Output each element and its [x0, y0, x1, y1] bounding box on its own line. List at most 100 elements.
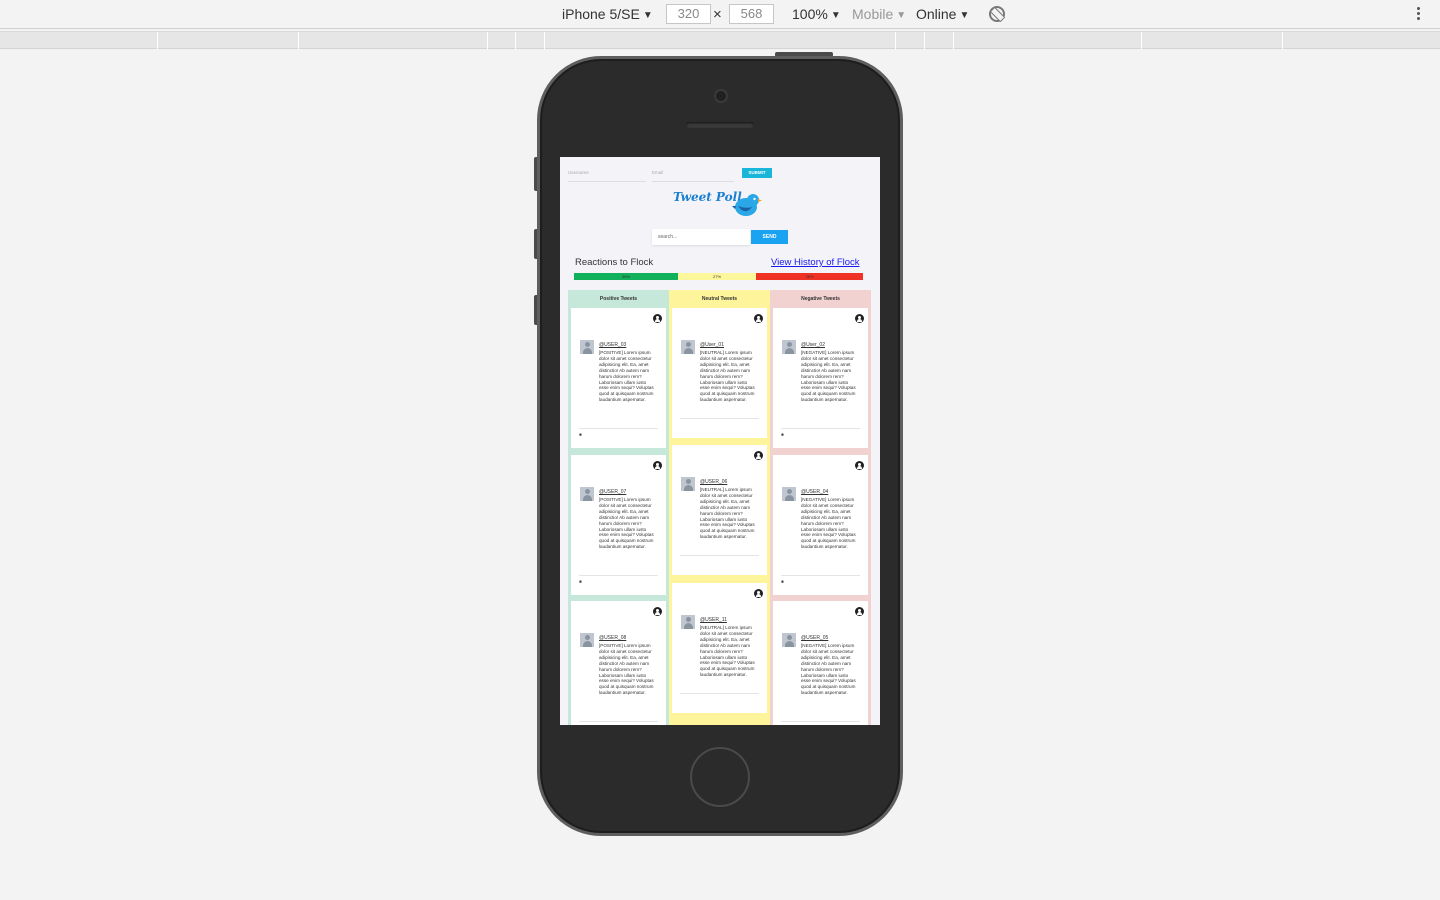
tweet-handle[interactable]: @USER_07 [599, 489, 626, 495]
chevron-down-icon: ▼ [642, 10, 653, 21]
times-icon: × [713, 6, 722, 23]
card-divider [680, 555, 759, 556]
card-divider [579, 575, 658, 576]
user-circle-icon[interactable] [653, 314, 662, 323]
user-circle-icon[interactable] [754, 451, 763, 460]
card-divider [781, 721, 860, 722]
tweet-handle[interactable]: @USER_05 [801, 635, 828, 641]
device-type-label: Mobile [852, 6, 894, 22]
user-circle-icon[interactable] [754, 314, 763, 323]
user-circle-icon[interactable] [855, 461, 864, 470]
network-label: Online [916, 6, 957, 22]
neutral-segment: 27% [678, 273, 757, 280]
speaker-grille [686, 122, 754, 128]
avatar [681, 477, 695, 491]
tweet-handle[interactable]: @USER_03 [599, 342, 626, 348]
tweet-handle[interactable]: @USER_04 [801, 489, 828, 495]
column-title: Positive Tweets [599, 296, 638, 302]
bird-icon [732, 194, 762, 216]
sentiment-bar: 36% 27% 36% [574, 273, 863, 280]
tweet-handle[interactable]: @USER_11 [700, 617, 727, 623]
tweet-card: @User_02 [NEGATIVE] Lorem ipsum dolor si… [773, 308, 868, 448]
submit-button[interactable]: SUBMIT [742, 168, 772, 178]
tweet-handle[interactable]: @User_02 [801, 342, 825, 348]
avatar [681, 615, 695, 629]
more-options-icon[interactable] [1417, 7, 1421, 23]
rotate-icon[interactable] [989, 6, 1005, 22]
column-title: Neutral Tweets [701, 296, 738, 302]
negative-segment: 36% [756, 273, 863, 280]
tweet-text: [NEUTRAL] Lorem ipsum dolor sit amet con… [700, 350, 755, 403]
email-field[interactable]: Email [652, 170, 734, 182]
device-toolbar: iPhone 5/SE ▼ 320 × 568 100% ▼ Mobile ▼ Onl… [0, 0, 1440, 29]
card-divider [680, 693, 759, 694]
tweet-card: @USER_11 [NEUTRAL] Lorem ipsum dolor sit… [672, 583, 767, 713]
tweet-card: @USER_06 [NEUTRAL] Lorem ipsum dolor sit… [672, 445, 767, 575]
tweet-columns: Positive Tweets @USER_03 [POSITIVE] Lore… [568, 290, 872, 725]
column-title: Negative Tweets [801, 296, 840, 302]
tweet-card: @USER_03 [POSITIVE] Lorem ipsum dolor si… [571, 308, 666, 448]
tweet-card: @User_01 [NEUTRAL] Lorem ipsum dolor sit… [672, 308, 767, 438]
zoom-select[interactable]: 100% ▼ [792, 6, 841, 22]
reactions-title: Reactions to Flock [575, 257, 654, 268]
chevron-down-icon: ▼ [830, 10, 841, 21]
tweet-text: [NEGATIVE] Lorem ipsum dolor sit amet co… [801, 350, 856, 403]
avatar [580, 487, 594, 501]
user-circle-icon[interactable] [855, 314, 864, 323]
tweet-handle[interactable]: @User_01 [700, 342, 724, 348]
search-input[interactable]: search... [652, 229, 750, 245]
camera-icon [714, 89, 728, 103]
tweet-column: Negative Tweets @User_02 [NEGATIVE] Lore… [770, 290, 871, 725]
avatar [681, 340, 695, 354]
home-button[interactable] [690, 747, 750, 807]
card-divider [781, 428, 860, 429]
device-select[interactable]: iPhone 5/SE ▼ [562, 6, 653, 22]
tweet-handle[interactable]: @USER_06 [700, 479, 727, 485]
user-circle-icon[interactable] [653, 607, 662, 616]
device-label: iPhone 5/SE [562, 6, 640, 22]
chevron-down-icon: ▼ [959, 10, 970, 21]
avatar [782, 487, 796, 501]
avatar [782, 340, 796, 354]
chevron-down-icon: ▼ [896, 10, 907, 21]
quote-icon[interactable]: ❛❛ [781, 580, 784, 587]
tweet-card: @USER_04 [NEGATIVE] Lorem ipsum dolor si… [773, 455, 868, 595]
tweet-column: Neutral Tweets @User_01 [NEUTRAL] Lorem … [669, 290, 770, 725]
app-viewport: Username Email SUBMIT Tweet Poll search.… [560, 157, 880, 725]
tweet-handle[interactable]: @USER_08 [599, 635, 626, 641]
avatar [782, 633, 796, 647]
height-input[interactable]: 568 [729, 4, 774, 24]
network-select[interactable]: Online ▼ [916, 6, 969, 22]
avatar [580, 340, 594, 354]
tweet-card: @USER_07 [POSITIVE] Lorem ipsum dolor si… [571, 455, 666, 595]
avatar [580, 633, 594, 647]
quote-icon[interactable]: ❛❛ [579, 580, 582, 587]
tweet-text: [POSITIVE] Lorem ipsum dolor sit amet co… [599, 350, 654, 403]
positive-segment: 36% [574, 273, 679, 280]
tweet-column: Positive Tweets @USER_03 [POSITIVE] Lore… [568, 290, 669, 725]
tweet-card: @USER_05 [NEGATIVE] Lorem ipsum dolor si… [773, 601, 868, 725]
card-divider [579, 721, 658, 722]
user-circle-icon[interactable] [754, 589, 763, 598]
login-form: Username Email SUBMIT [568, 166, 772, 186]
quote-icon[interactable]: ❛❛ [781, 433, 784, 440]
send-button[interactable]: SEND [751, 230, 788, 244]
tweet-text: [POSITIVE] Lorem ipsum dolor sit amet co… [599, 643, 654, 696]
quote-icon[interactable]: ❛❛ [579, 433, 582, 440]
tweet-text: [POSITIVE] Lorem ipsum dolor sit amet co… [599, 497, 654, 550]
username-field[interactable]: Username [568, 170, 646, 182]
device-type-select[interactable]: Mobile ▼ [852, 6, 906, 22]
card-divider [680, 418, 759, 419]
tweet-text: [NEUTRAL] Lorem ipsum dolor sit amet con… [700, 487, 755, 540]
card-divider [781, 575, 860, 576]
zoom-label: 100% [792, 6, 828, 22]
tweet-text: [NEGATIVE] Lorem ipsum dolor sit amet co… [801, 497, 856, 550]
tweet-text: [NEUTRAL] Lorem ipsum dolor sit amet con… [700, 625, 755, 678]
width-input[interactable]: 320 [666, 4, 711, 24]
view-history-link[interactable]: View History of Flock [771, 257, 860, 268]
tweet-text: [NEGATIVE] Lorem ipsum dolor sit amet co… [801, 643, 856, 696]
tweet-card: @USER_08 [POSITIVE] Lorem ipsum dolor si… [571, 601, 666, 725]
media-query-bar[interactable] [0, 31, 1440, 49]
user-circle-icon[interactable] [855, 607, 864, 616]
user-circle-icon[interactable] [653, 461, 662, 470]
